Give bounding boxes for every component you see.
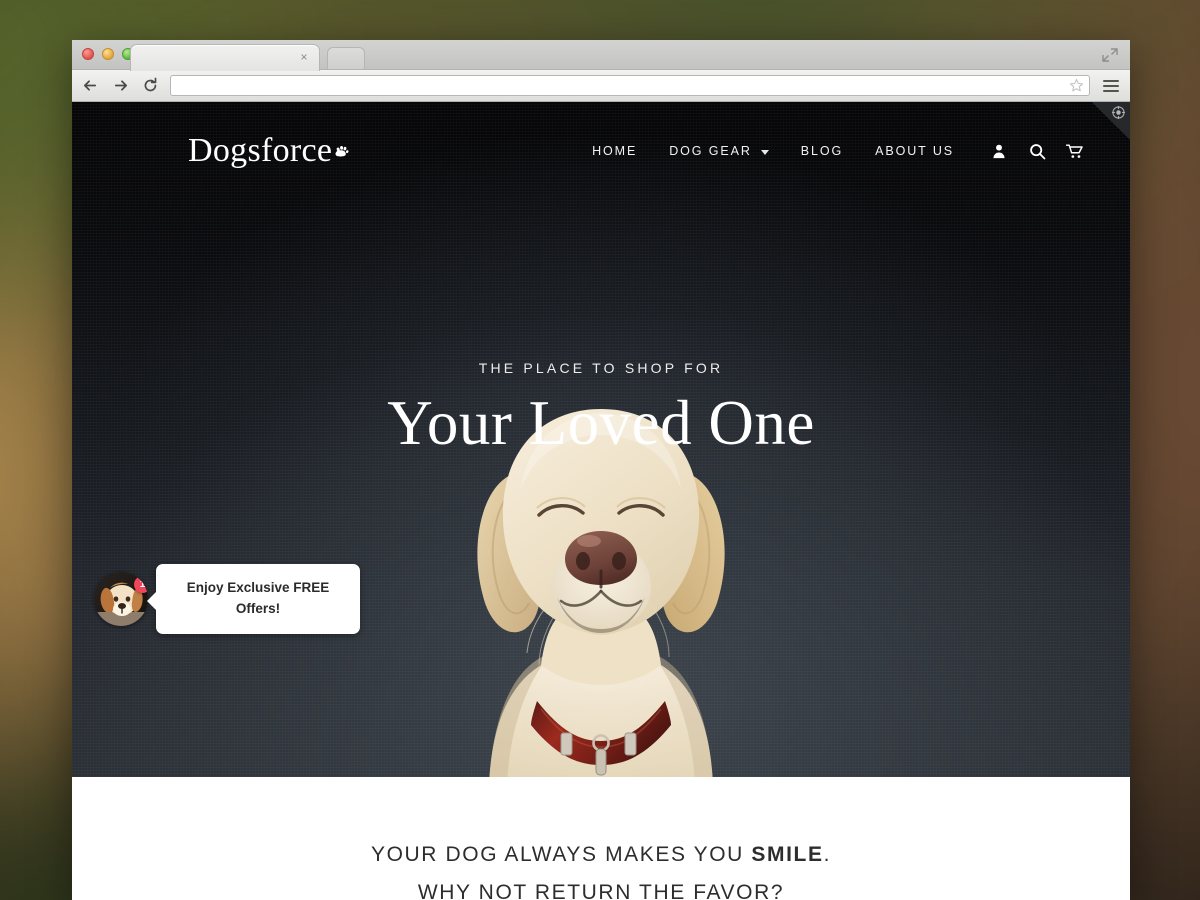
- minimize-window-button[interactable]: [102, 48, 114, 60]
- nav-item-home[interactable]: HOME: [576, 144, 653, 158]
- promo-headline-line1: YOUR DOG ALWAYS MAKES YOU SMILE.: [371, 843, 831, 867]
- site-header: Dogsforce HOME DOG GEAR BLOG ABOUT US: [72, 102, 1130, 200]
- chat-message-bubble[interactable]: Enjoy Exclusive FREE Offers!: [147, 564, 360, 634]
- hero-headline: Your Loved One: [387, 388, 815, 458]
- account-icon[interactable]: [990, 142, 1008, 160]
- hamburger-menu-icon[interactable]: [1100, 75, 1122, 97]
- browser-toolbar: [72, 70, 1130, 102]
- nav-item-label: HOME: [592, 144, 638, 158]
- promo-section: YOUR DOG ALWAYS MAKES YOU SMILE. WHY NOT…: [72, 777, 1130, 900]
- address-bar[interactable]: [170, 75, 1090, 96]
- promo-headline-line2: WHY NOT RETURN THE FAVOR?: [417, 881, 785, 900]
- chat-offer-widget[interactable]: 1 Enjoy Exclusive FREE Offers!: [94, 564, 360, 634]
- paw-print-icon: [335, 130, 349, 157]
- hero-copy: THE PLACE TO SHOP FOR Your Loved One: [72, 360, 1130, 456]
- nav-item-label: ABOUT US: [875, 144, 954, 158]
- chevron-down-icon: [760, 149, 769, 155]
- search-icon[interactable]: [1028, 142, 1046, 160]
- new-tab-button[interactable]: [327, 47, 365, 69]
- close-window-button[interactable]: [82, 48, 94, 60]
- nav-item-label: BLOG: [800, 144, 844, 158]
- page-viewport: Dogsforce HOME DOG GEAR BLOG ABOUT US TH…: [72, 102, 1130, 900]
- reload-icon[interactable]: [140, 76, 160, 96]
- browser-tab[interactable]: ×: [130, 44, 320, 71]
- promo-line1-lead: YOUR DOG ALWAYS MAKES YOU: [370, 843, 752, 866]
- site-logo[interactable]: Dogsforce: [188, 132, 349, 170]
- notification-badge: 1: [134, 575, 148, 593]
- browser-tab-strip: ×: [72, 40, 1130, 71]
- avatar[interactable]: 1: [94, 571, 148, 626]
- nav-item-about-us[interactable]: ABOUT US: [859, 144, 970, 158]
- promo-line1-emphasis: SMILE: [751, 843, 824, 866]
- nav-item-label: DOG GEAR: [669, 144, 752, 158]
- tab-close-icon[interactable]: ×: [297, 50, 311, 64]
- nav-item-blog[interactable]: BLOG: [785, 144, 859, 158]
- nav-item-dog-gear[interactable]: DOG GEAR: [653, 144, 785, 158]
- header-icon-group: [990, 142, 1084, 160]
- site-logo-text: Dogsforce: [188, 132, 333, 169]
- star-icon[interactable]: [1069, 78, 1084, 93]
- hero-section: Dogsforce HOME DOG GEAR BLOG ABOUT US TH…: [72, 102, 1130, 777]
- back-arrow-icon[interactable]: [80, 76, 100, 96]
- promo-line1-period: .: [823, 843, 831, 866]
- shopping-cart-icon[interactable]: [1066, 142, 1084, 160]
- forward-arrow-icon[interactable]: [110, 76, 130, 96]
- maximize-icon[interactable]: [1102, 48, 1118, 62]
- main-navigation: HOME DOG GEAR BLOG ABOUT US: [576, 142, 1084, 160]
- browser-window: × Dogsforce HOME DOG GEAR BLOG ABOUT US …: [72, 40, 1130, 900]
- hero-eyebrow: THE PLACE TO SHOP FOR: [478, 360, 724, 376]
- window-controls[interactable]: [82, 48, 134, 60]
